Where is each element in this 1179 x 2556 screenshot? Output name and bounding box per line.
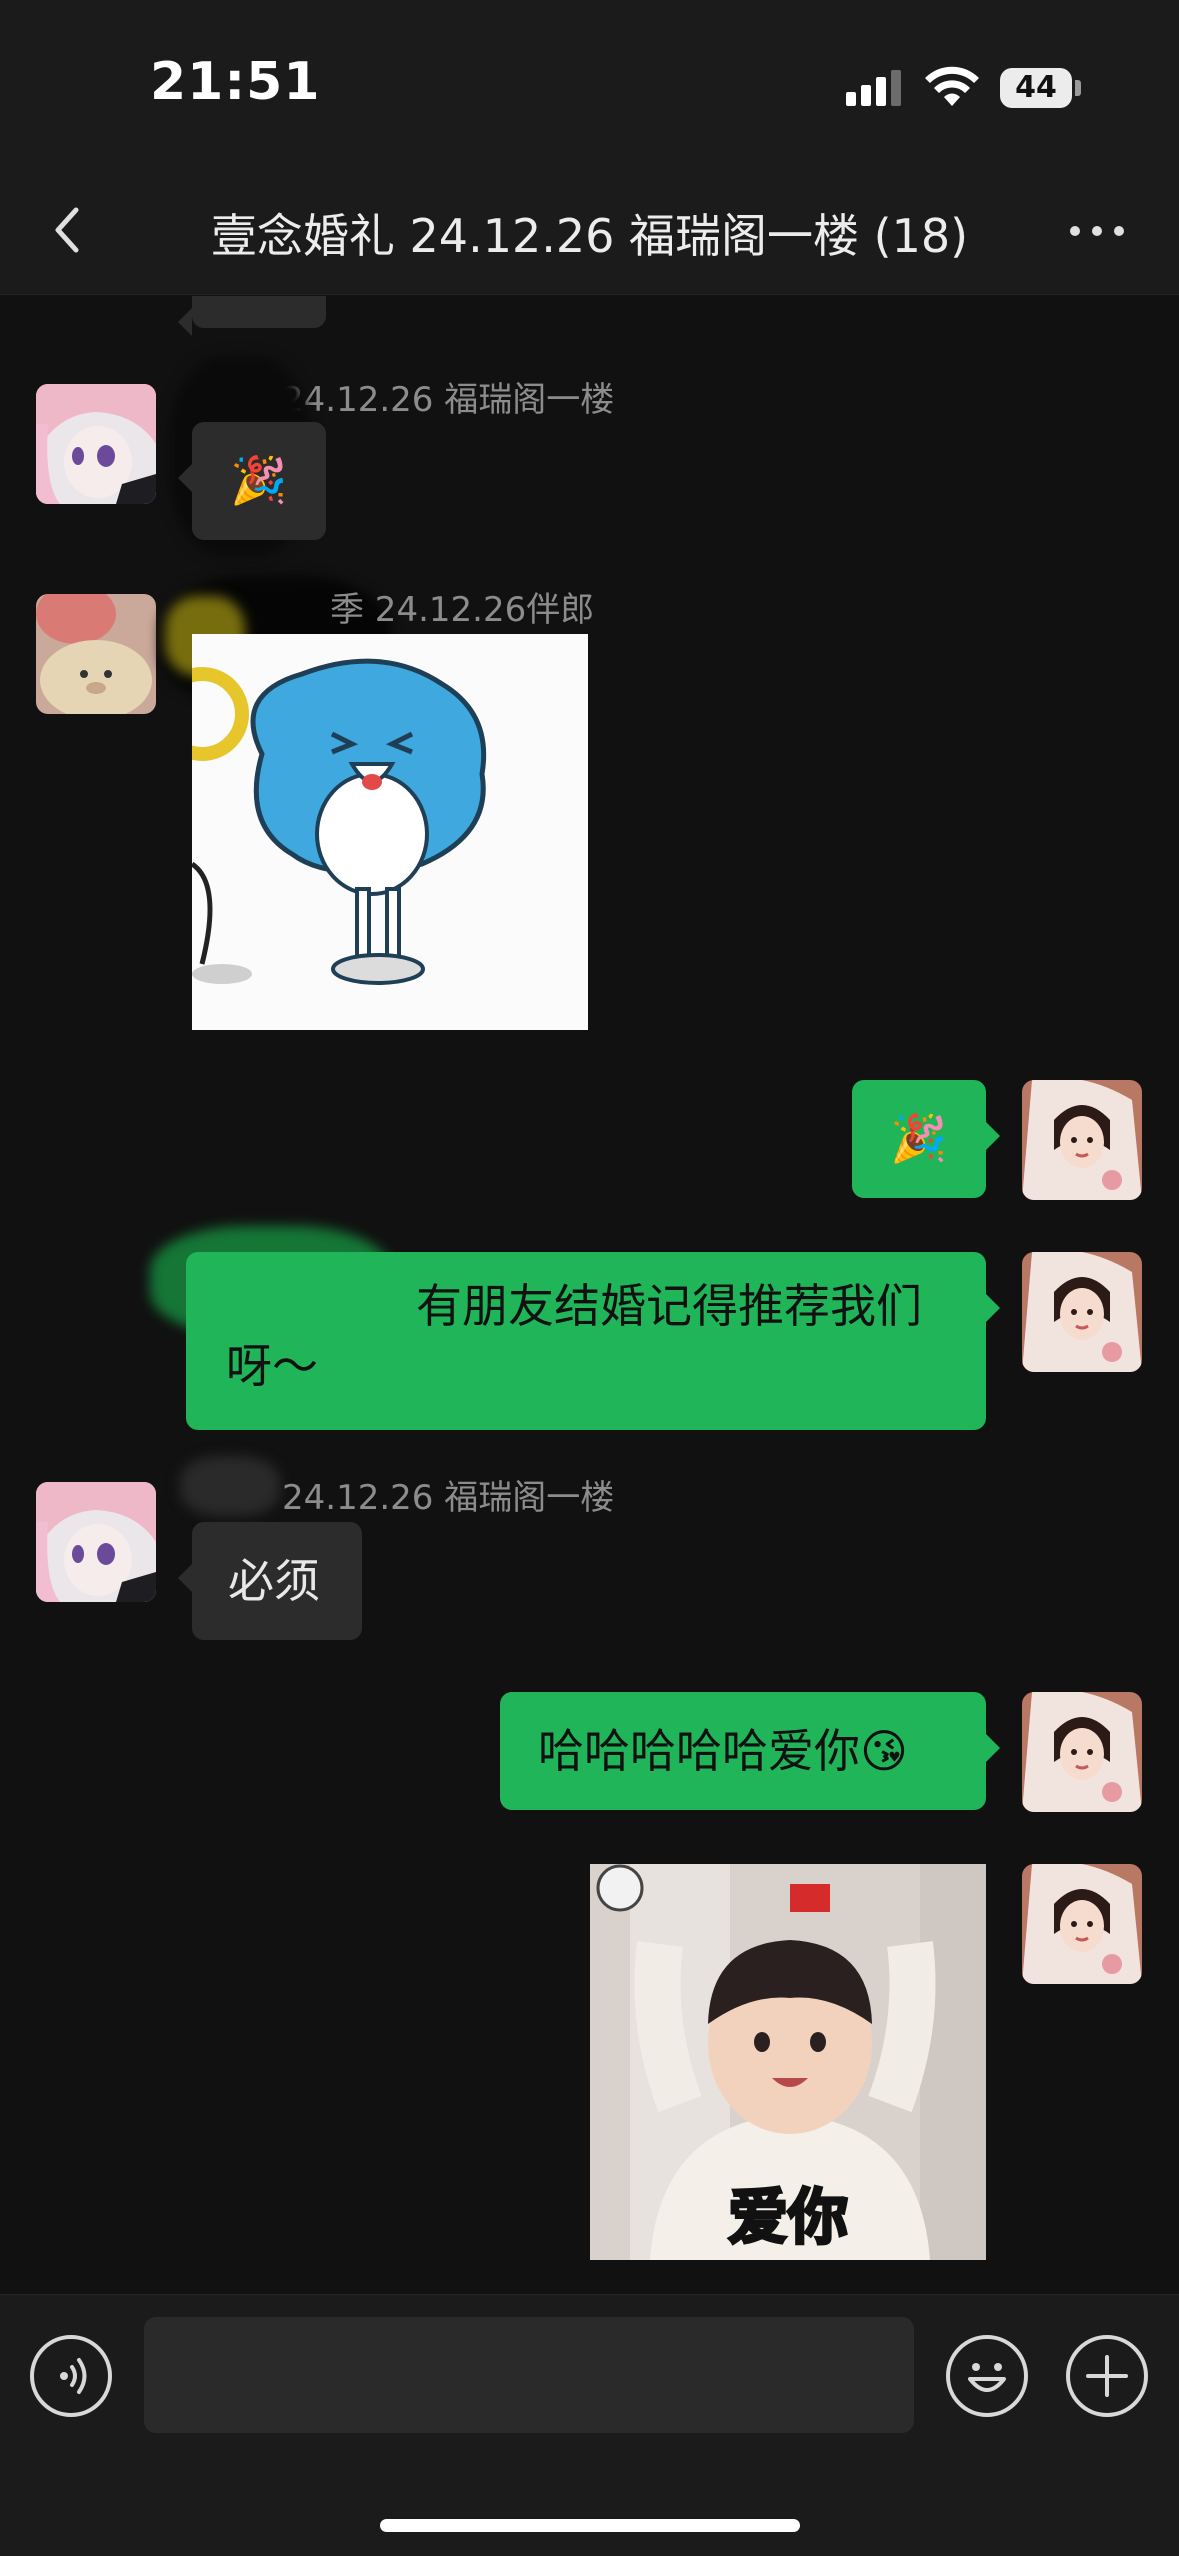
message-text: 哈哈哈哈哈爱你😘 [538, 1724, 908, 1778]
avatar-self-bride[interactable] [1022, 1080, 1142, 1200]
message-bubble-partial[interactable] [178, 296, 326, 336]
avatar-self-bride[interactable] [1022, 1692, 1142, 1812]
status-bar: 21:51 44 [0, 0, 1179, 170]
cellular-signal-icon [846, 70, 904, 106]
input-bar [0, 2294, 1179, 2556]
message-bubble[interactable]: 🎉 [178, 422, 326, 540]
message-list[interactable]: 24.12.26 福瑞阁一楼 🎉 季 24.12.26伴郎 🎉 有朋友结婚记得推… [0, 296, 1179, 2294]
redaction-scribble [180, 1456, 280, 1516]
toddler-sticker[interactable]: 爱你 [590, 1864, 986, 2260]
message-bubble-outgoing[interactable]: 有朋友结婚记得推荐我们 呀～ [186, 1252, 1000, 1430]
chevron-left-icon[interactable] [40, 198, 100, 262]
wifi-icon [925, 66, 979, 106]
sender-name: 24.12.26 福瑞阁一楼 [282, 380, 615, 420]
status-time: 21:51 [150, 52, 321, 112]
battery-indicator: 44 [1000, 68, 1072, 108]
more-dots-icon[interactable] [1062, 206, 1132, 256]
message-input[interactable] [144, 2317, 914, 2433]
sender-name: 季 24.12.26伴郎 [330, 590, 595, 630]
avatar-self-bride[interactable] [1022, 1252, 1142, 1372]
message-text-line: 呀～ [226, 1339, 318, 1393]
party-popper-emoji: 🎉 [890, 1111, 948, 1165]
avatar-self-bride[interactable] [1022, 1864, 1142, 1984]
plus-icon[interactable] [1066, 2335, 1148, 2417]
party-popper-emoji: 🎉 [230, 453, 288, 507]
avatar-pink-hair[interactable] [36, 384, 156, 504]
avatar-pink-hair[interactable] [36, 1482, 156, 1602]
message-bubble[interactable]: 必须 [178, 1522, 362, 1640]
sender-name: 24.12.26 福瑞阁一楼 [282, 1478, 615, 1518]
blue-dog-sticker[interactable] [192, 634, 588, 1030]
message-text-line: 有朋友结婚记得推荐我们 [416, 1279, 922, 1333]
voice-icon[interactable] [30, 2335, 112, 2417]
message-bubble-outgoing[interactable]: 哈哈哈哈哈爱你😘 [500, 1692, 1000, 1810]
chat-title: 壹念婚礼 24.12.26 福瑞阁一楼 (18) [210, 209, 969, 263]
sticker-caption: 爱你 [727, 2182, 850, 2255]
home-indicator [380, 2519, 800, 2532]
avatar-plush-toy[interactable] [36, 594, 156, 714]
chat-header: 壹念婚礼 24.12.26 福瑞阁一楼 (18) [0, 170, 1179, 295]
message-bubble-outgoing[interactable]: 🎉 [852, 1080, 1000, 1198]
message-text: 必须 [228, 1554, 320, 1608]
emoji-icon[interactable] [946, 2335, 1028, 2417]
battery-tip [1075, 80, 1081, 96]
